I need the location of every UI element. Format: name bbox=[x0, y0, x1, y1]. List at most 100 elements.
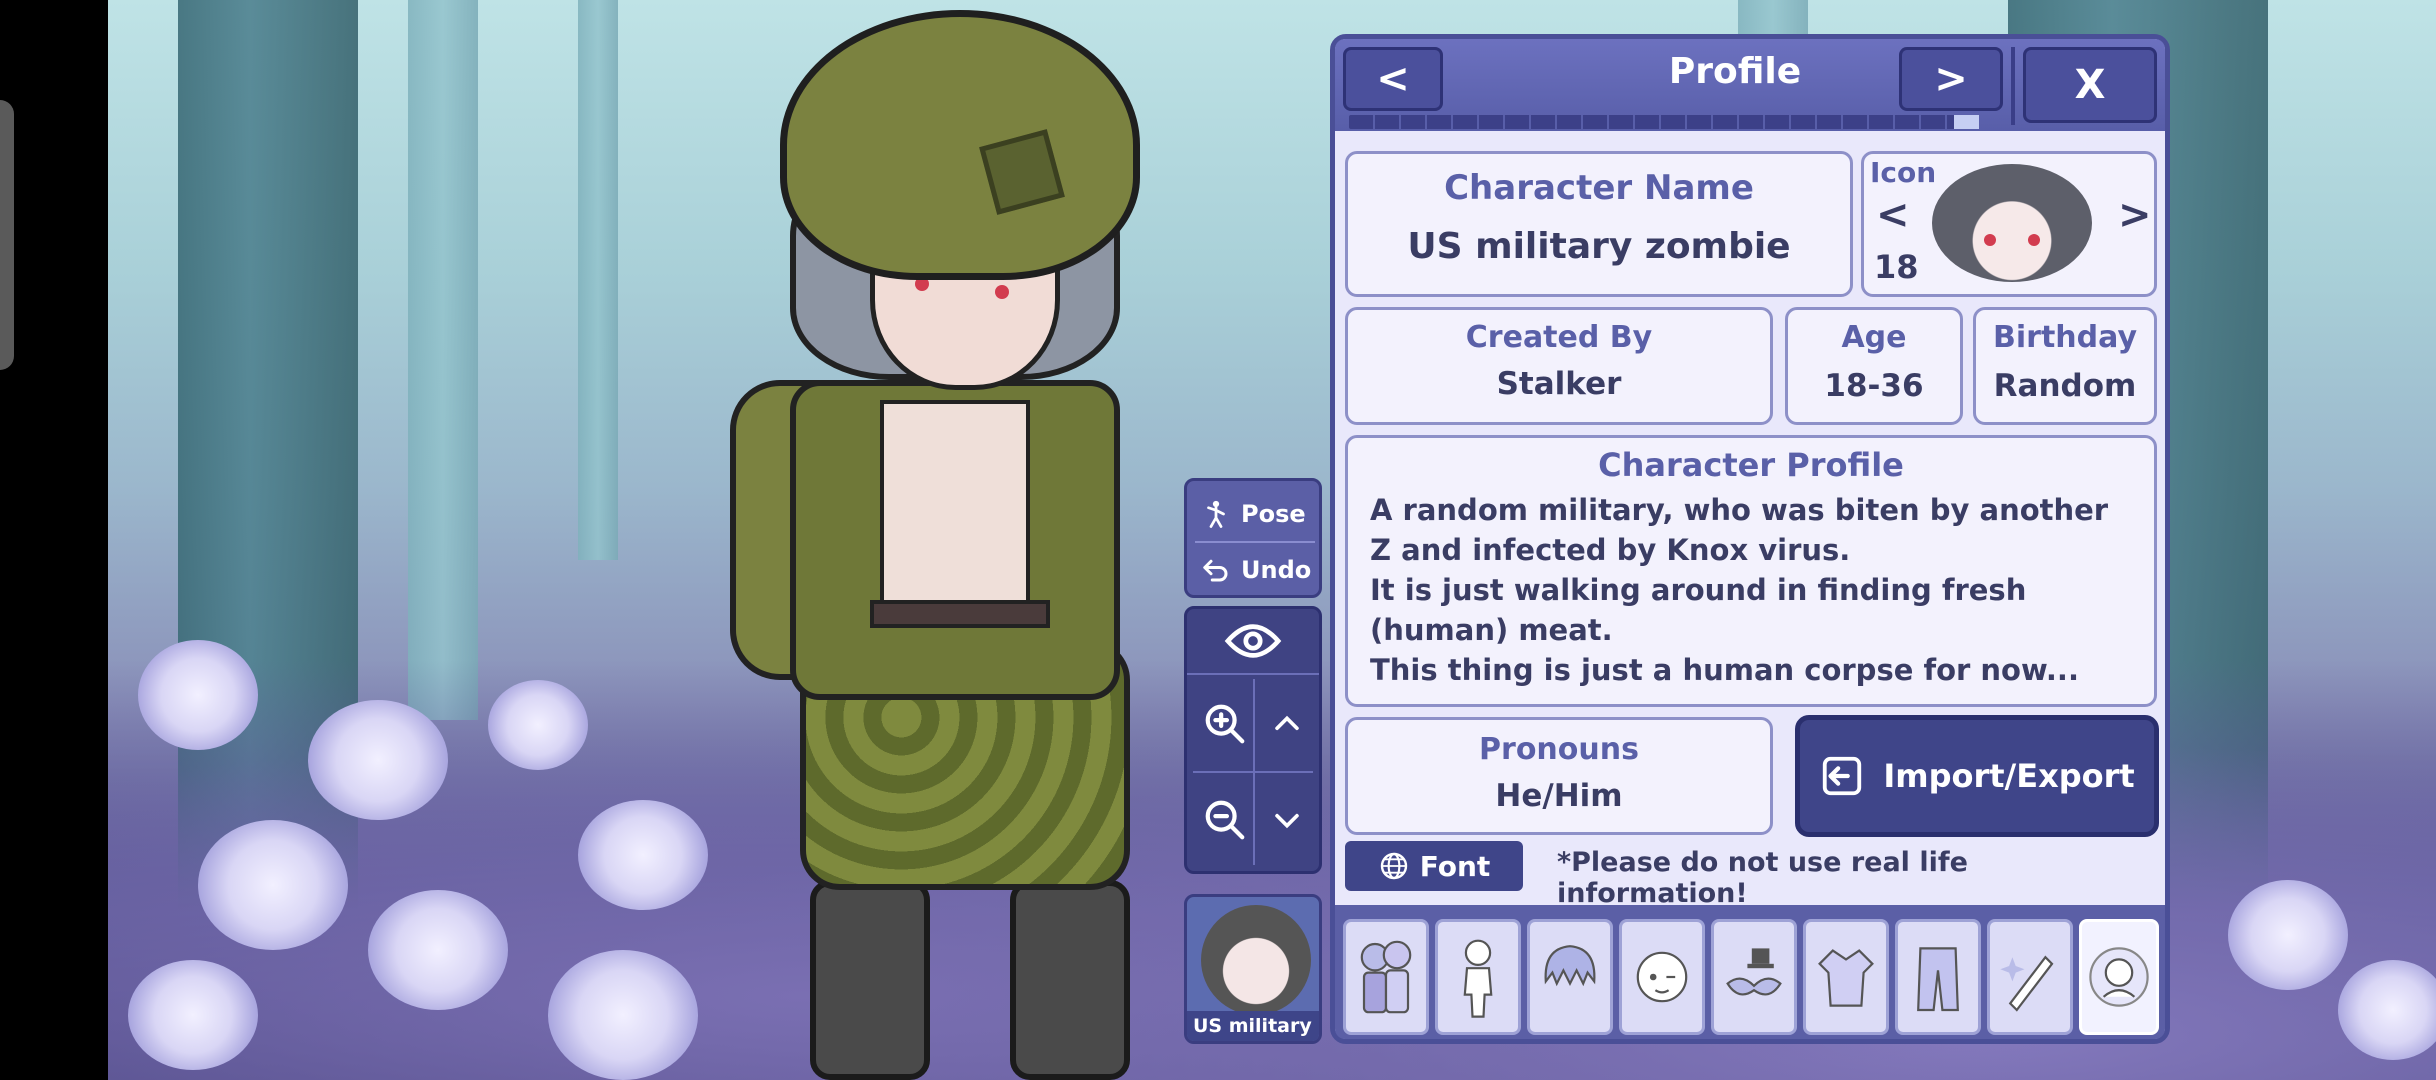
flower bbox=[368, 890, 508, 1010]
character-profile-label: Character Profile bbox=[1598, 446, 1904, 484]
birthday-value: Random bbox=[1993, 368, 2137, 404]
zoom-out-icon bbox=[1205, 800, 1245, 840]
character-model[interactable] bbox=[720, 0, 1220, 1080]
flower bbox=[2228, 880, 2348, 990]
birthday-label: Birthday bbox=[1993, 320, 2137, 355]
tab-top-clothes[interactable] bbox=[1803, 919, 1889, 1035]
undo-button[interactable]: Undo bbox=[1187, 545, 1319, 595]
left-black-bar bbox=[0, 0, 108, 1080]
pronouns-field[interactable]: Pronouns He/Him bbox=[1345, 717, 1773, 835]
character-avatar bbox=[1201, 905, 1311, 1015]
icon-next-button[interactable]: > bbox=[2118, 192, 2152, 238]
move-down-button[interactable] bbox=[1257, 775, 1317, 865]
right-boot bbox=[1010, 880, 1130, 1080]
divider bbox=[1195, 541, 1315, 543]
character-name-field[interactable]: Character Name US military zombie bbox=[1345, 151, 1853, 297]
bottom-clothes-icon bbox=[1917, 947, 1959, 1012]
character-name-label: Character Name bbox=[1444, 168, 1754, 208]
tab-face[interactable] bbox=[1619, 919, 1705, 1035]
character-name-value: US military zombie bbox=[1407, 226, 1791, 267]
age-label: Age bbox=[1841, 320, 1907, 355]
hair-icon bbox=[1544, 945, 1596, 987]
flower bbox=[138, 640, 258, 750]
move-up-button[interactable] bbox=[1257, 679, 1317, 769]
undo-icon bbox=[1203, 559, 1228, 582]
tab-body[interactable] bbox=[1435, 919, 1521, 1035]
globe-icon bbox=[1380, 852, 1407, 880]
top-clothes-icon bbox=[1818, 949, 1874, 1007]
pose-button[interactable]: Pose bbox=[1187, 489, 1319, 539]
created-by-label: Created By bbox=[1465, 320, 1653, 355]
character-profile-field[interactable]: Character Profile A random military, who… bbox=[1345, 435, 2157, 707]
character-icon-avatar bbox=[1932, 164, 2092, 282]
icon-number: 18 bbox=[1874, 248, 1919, 286]
eye-icon bbox=[1224, 624, 1282, 658]
next-page-button[interactable]: > bbox=[1899, 47, 2003, 111]
belt bbox=[870, 600, 1050, 628]
tab-accessories[interactable] bbox=[1711, 919, 1797, 1035]
tab-props[interactable] bbox=[1987, 919, 2073, 1035]
flower bbox=[198, 820, 348, 950]
close-icon: X bbox=[2074, 62, 2106, 108]
page-progress-bar bbox=[1349, 115, 1979, 129]
tab-profile[interactable] bbox=[2079, 919, 2159, 1035]
icon-prev-button[interactable]: < bbox=[1876, 192, 1910, 238]
left-boot bbox=[810, 880, 930, 1080]
helmet bbox=[780, 10, 1140, 280]
age-value: 18-36 bbox=[1824, 368, 1924, 404]
chevron-down-icon bbox=[1275, 813, 1299, 829]
import-export-label: Import/Export bbox=[1883, 757, 2135, 795]
age-field[interactable]: Age 18-36 bbox=[1785, 307, 1963, 425]
visibility-toggle[interactable] bbox=[1187, 613, 1319, 669]
icon-label: Icon bbox=[1870, 156, 1937, 189]
page-progress-fill bbox=[1953, 115, 1979, 129]
pronouns-label: Pronouns bbox=[1479, 732, 1639, 767]
font-button[interactable]: Font bbox=[1345, 841, 1523, 891]
character-slot-label: US military zombie bbox=[1187, 1011, 1319, 1041]
privacy-notice: *Please do not use real life information… bbox=[1557, 847, 1968, 909]
pronouns-value: He/Him bbox=[1495, 778, 1623, 814]
profile-icon bbox=[2089, 947, 2149, 1007]
characters-icon bbox=[1360, 940, 1412, 1014]
face-icon bbox=[1636, 951, 1688, 1003]
view-controls bbox=[1184, 606, 1322, 874]
tab-hair[interactable] bbox=[1527, 919, 1613, 1035]
accessories-icon bbox=[1726, 948, 1782, 996]
chevron-left-icon: < bbox=[1376, 56, 1410, 102]
side-drawer-handle[interactable] bbox=[0, 100, 14, 370]
created-by-field[interactable]: Created By Stalker bbox=[1345, 307, 1773, 425]
divider bbox=[1193, 771, 1313, 773]
flower bbox=[308, 700, 448, 820]
import-export-button[interactable]: Import/Export bbox=[1795, 715, 2159, 837]
bandaged-torso bbox=[880, 400, 1030, 610]
tree-trunk bbox=[578, 0, 618, 560]
page-title: Profile bbox=[1668, 51, 1802, 92]
tab-bottom-clothes[interactable] bbox=[1895, 919, 1981, 1035]
category-tab-bar bbox=[1335, 905, 2165, 1039]
divider bbox=[2011, 47, 2015, 125]
chevron-right-icon: > bbox=[1934, 56, 1968, 102]
tab-characters[interactable] bbox=[1343, 919, 1429, 1035]
eye bbox=[995, 285, 1009, 299]
eye bbox=[2028, 234, 2040, 246]
eye bbox=[1984, 234, 1996, 246]
created-by-value: Stalker bbox=[1496, 366, 1622, 402]
birthday-field[interactable]: Birthday Random bbox=[1973, 307, 2157, 425]
flower bbox=[548, 950, 698, 1080]
pose-undo-panel: Pose Undo bbox=[1184, 478, 1322, 598]
chevron-up-icon bbox=[1275, 715, 1299, 731]
profile-panel: < Profile > X Character Name US military… bbox=[1330, 34, 2170, 1044]
pose-icon bbox=[1207, 500, 1225, 528]
undo-label: Undo bbox=[1241, 556, 1312, 584]
pose-label: Pose bbox=[1241, 500, 1306, 528]
previous-page-button[interactable]: < bbox=[1343, 47, 1443, 111]
close-button[interactable]: X bbox=[2023, 47, 2157, 123]
flower bbox=[578, 800, 708, 910]
character-profile-text: A random military, who was biten by anot… bbox=[1370, 493, 2109, 687]
props-icon bbox=[2000, 955, 2054, 1012]
zoom-in-button[interactable] bbox=[1193, 679, 1257, 769]
helmet-patch bbox=[979, 129, 1065, 215]
character-slot-thumbnail[interactable]: US military zombie bbox=[1184, 894, 1322, 1044]
zoom-out-button[interactable] bbox=[1193, 775, 1257, 865]
panel-header: < Profile > X bbox=[1335, 39, 2165, 131]
